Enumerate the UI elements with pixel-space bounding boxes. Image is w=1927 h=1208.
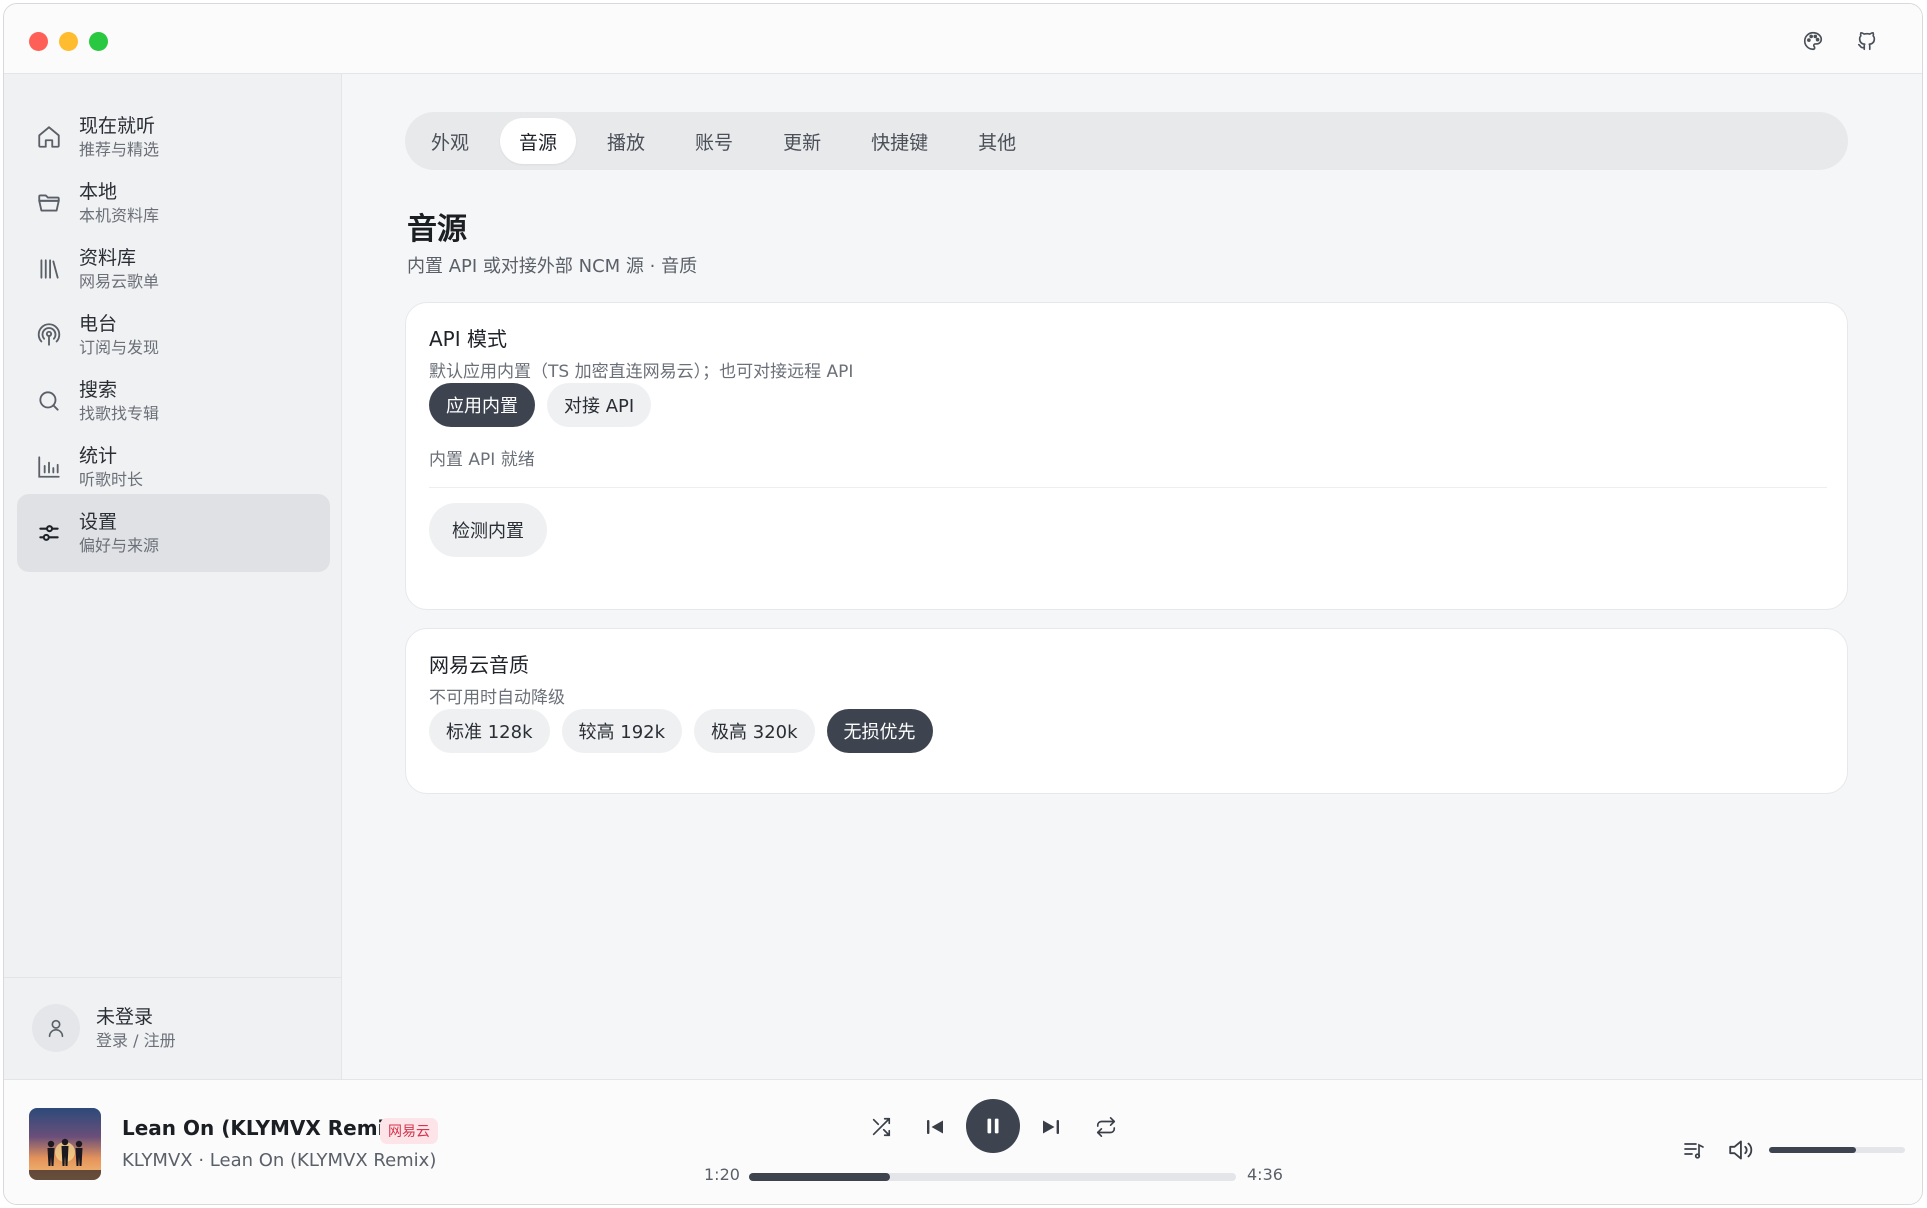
sidebar-item-subtitle: 偏好与来源	[79, 536, 160, 555]
tab-source[interactable]: 音源	[500, 118, 577, 164]
next-track-icon[interactable]	[1036, 1112, 1066, 1142]
progress-fill	[749, 1173, 891, 1181]
quality-standard-button[interactable]: 标准 128k	[429, 709, 550, 753]
folder-icon	[33, 187, 65, 219]
github-icon[interactable]	[1852, 26, 1882, 56]
quality-card: 网易云音质 不可用时自动降级 标准 128k 较高 192k 极高 320k 无…	[405, 628, 1848, 794]
sidebar-item-subtitle: 本机资料库	[79, 206, 160, 225]
card-divider	[429, 487, 1827, 488]
api-mode-builtin-button[interactable]: 应用内置	[429, 383, 535, 427]
close-window-button[interactable]	[29, 32, 48, 51]
search-icon	[33, 385, 65, 417]
volume-slider[interactable]	[1769, 1147, 1905, 1153]
title-bar	[4, 4, 1922, 74]
player-bar: Lean On (KLYMVX Remix) 网易云 KLYMVX · Lean…	[4, 1079, 1922, 1204]
tab-other[interactable]: 其他	[959, 118, 1035, 164]
sidebar-item-title: 本地	[79, 181, 118, 203]
library-icon	[33, 253, 65, 285]
sidebar-item-title: 设置	[79, 511, 118, 533]
user-login-entry[interactable]: 未登录 登录 / 注册	[32, 1004, 176, 1052]
quality-options: 标准 128k 较高 192k 极高 320k 无损优先	[429, 709, 945, 753]
playlist-queue-icon[interactable]	[1679, 1135, 1709, 1165]
user-name: 未登录	[96, 1006, 154, 1028]
sidebar-item-subtitle: 订阅与发现	[79, 338, 160, 357]
tab-playback[interactable]: 播放	[588, 118, 664, 164]
current-time: 1:20	[704, 1165, 740, 1184]
repeat-icon[interactable]	[1091, 1112, 1121, 1142]
card-title: 网易云音质	[429, 653, 529, 677]
sidebar-item-subtitle: 网易云歌单	[79, 272, 160, 291]
previous-track-icon[interactable]	[920, 1112, 950, 1142]
sidebar-item-title: 电台	[79, 313, 118, 335]
home-icon	[33, 121, 65, 153]
sidebar-item-subtitle: 推荐与精选	[79, 140, 160, 159]
login-register-link[interactable]: 登录 / 注册	[96, 1030, 176, 1052]
progress-bar[interactable]	[749, 1173, 1236, 1181]
avatar	[32, 1004, 80, 1052]
palette-icon[interactable]	[1798, 26, 1828, 56]
settings-sliders-icon	[33, 517, 65, 549]
song-title: Lean On (KLYMVX Remix)	[122, 1116, 407, 1140]
volume-fill	[1769, 1147, 1857, 1153]
shuffle-icon[interactable]	[866, 1112, 896, 1142]
podcast-icon	[33, 319, 65, 351]
quality-higher-button[interactable]: 较高 192k	[561, 709, 683, 753]
sidebar-item-title: 统计	[79, 445, 118, 467]
api-mode-remote-button[interactable]: 对接 API	[547, 383, 652, 427]
minimize-window-button[interactable]	[59, 32, 78, 51]
album-cover[interactable]	[29, 1108, 101, 1180]
sidebar-item-title: 现在就听	[79, 115, 156, 137]
page-subtitle: 内置 API 或对接外部 NCM 源 · 音质	[407, 256, 698, 277]
sidebar-item-settings[interactable]: 设置 偏好与来源	[17, 494, 330, 572]
app-window: 现在就听 推荐与精选 本地 本机资料库 资料库 网易云歌单 电台 订阅与发现 搜…	[3, 3, 1923, 1205]
tab-appearance[interactable]: 外观	[412, 118, 488, 164]
sidebar-item-title: 搜索	[79, 379, 118, 401]
volume-icon[interactable]	[1724, 1133, 1760, 1167]
stats-icon	[33, 451, 65, 483]
card-description: 不可用时自动降级	[429, 688, 565, 708]
sidebar-divider	[4, 977, 341, 978]
settings-tabs: 外观 音源 播放 账号 更新 快捷键 其他	[405, 112, 1848, 170]
tab-account[interactable]: 账号	[676, 118, 752, 164]
api-mode-card: API 模式 默认应用内置（TS 加密直连网易云）；也可对接远程 API 应用内…	[405, 302, 1848, 610]
total-time: 4:36	[1247, 1165, 1283, 1184]
sidebar: 现在就听 推荐与精选 本地 本机资料库 资料库 网易云歌单 电台 订阅与发现 搜…	[4, 74, 342, 1079]
main-content: 外观 音源 播放 账号 更新 快捷键 其他 音源 内置 API 或对接外部 NC…	[342, 74, 1922, 1079]
card-description: 默认应用内置（TS 加密直连网易云）；也可对接远程 API	[429, 362, 854, 382]
sidebar-item-title: 资料库	[79, 247, 137, 269]
maximize-window-button[interactable]	[89, 32, 108, 51]
sidebar-item-subtitle: 听歌时长	[79, 470, 144, 489]
card-title: API 模式	[429, 327, 507, 351]
check-builtin-button[interactable]: 检测内置	[429, 503, 547, 557]
api-status-text: 内置 API 就绪	[429, 450, 535, 470]
tab-shortcuts[interactable]: 快捷键	[852, 118, 947, 164]
quality-exhigh-button[interactable]: 极高 320k	[694, 709, 815, 753]
sidebar-item-subtitle: 找歌找专辑	[79, 404, 160, 423]
tab-update[interactable]: 更新	[764, 118, 840, 164]
page-title: 音源	[407, 212, 467, 247]
pause-icon	[987, 1118, 999, 1134]
api-mode-options: 应用内置 对接 API	[429, 383, 663, 427]
quality-lossless-button[interactable]: 无损优先	[826, 709, 933, 753]
song-artist-album[interactable]: KLYMVX · Lean On (KLYMVX Remix)	[122, 1150, 436, 1171]
pause-button[interactable]	[966, 1099, 1020, 1153]
source-badge: 网易云	[380, 1118, 438, 1144]
